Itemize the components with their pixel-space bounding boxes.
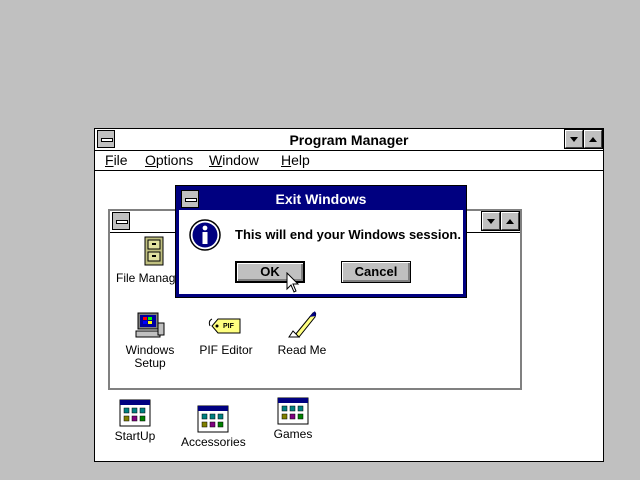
program-icon-read-me[interactable]: Read Me — [274, 307, 330, 357]
mouse-cursor-icon — [286, 272, 300, 293]
minimize-button[interactable] — [564, 129, 584, 149]
menu-options[interactable]: Options — [145, 152, 193, 168]
file-cabinet-icon — [144, 236, 164, 266]
cancel-button[interactable]: Cancel — [341, 261, 411, 283]
dialog-title-bar[interactable]: Exit Windows — [179, 189, 463, 210]
group-maximize-button[interactable] — [500, 211, 520, 231]
group-icon-label: Accessories — [181, 435, 246, 449]
group-minimize-button[interactable] — [481, 211, 501, 231]
menu-help[interactable]: Help — [281, 152, 310, 168]
program-manager-title: Program Manager — [289, 132, 409, 148]
maximize-icon — [506, 218, 514, 224]
menu-window[interactable]: Window — [209, 152, 259, 168]
dialog-title: Exit Windows — [275, 191, 367, 207]
program-icon-label: Read Me — [277, 343, 327, 357]
program-group-icon — [277, 397, 309, 425]
maximize-button[interactable] — [583, 129, 603, 149]
program-group-icon — [119, 399, 151, 427]
program-icon-label: PIF Editor — [199, 343, 253, 357]
info-icon — [189, 219, 221, 251]
maximize-icon — [589, 136, 597, 142]
program-manager-title-bar[interactable]: Program Manager — [95, 129, 603, 151]
group-system-menu-button[interactable] — [112, 212, 130, 230]
minimize-icon — [570, 136, 578, 142]
program-group-icon — [197, 405, 229, 433]
svg-text:PIF: PIF — [223, 323, 235, 330]
pif-tag-icon: PIF — [208, 318, 241, 334]
exit-windows-dialog: Exit Windows This will end your Windows … — [175, 185, 467, 298]
program-icon-pif-editor[interactable]: PIF PIF Editor — [198, 309, 254, 357]
dialog-message: This will end your Windows session. — [235, 227, 461, 242]
minimize-icon — [487, 218, 495, 224]
menu-bar: File Options Window Help — [95, 151, 603, 171]
group-icon-startup[interactable]: StartUp — [109, 399, 161, 443]
windows-setup-icon — [135, 312, 165, 338]
menu-file[interactable]: File — [105, 152, 128, 168]
group-icon-label: StartUp — [114, 429, 156, 443]
program-icon-windows-setup[interactable]: Windows Setup — [120, 309, 180, 370]
group-icon-label: Games — [273, 427, 313, 441]
quill-pen-icon — [288, 311, 317, 338]
group-icon-games[interactable]: Games — [267, 397, 319, 441]
program-icon-label-line2: Setup — [134, 356, 166, 370]
group-icon-accessories[interactable]: Accessories — [181, 405, 246, 449]
